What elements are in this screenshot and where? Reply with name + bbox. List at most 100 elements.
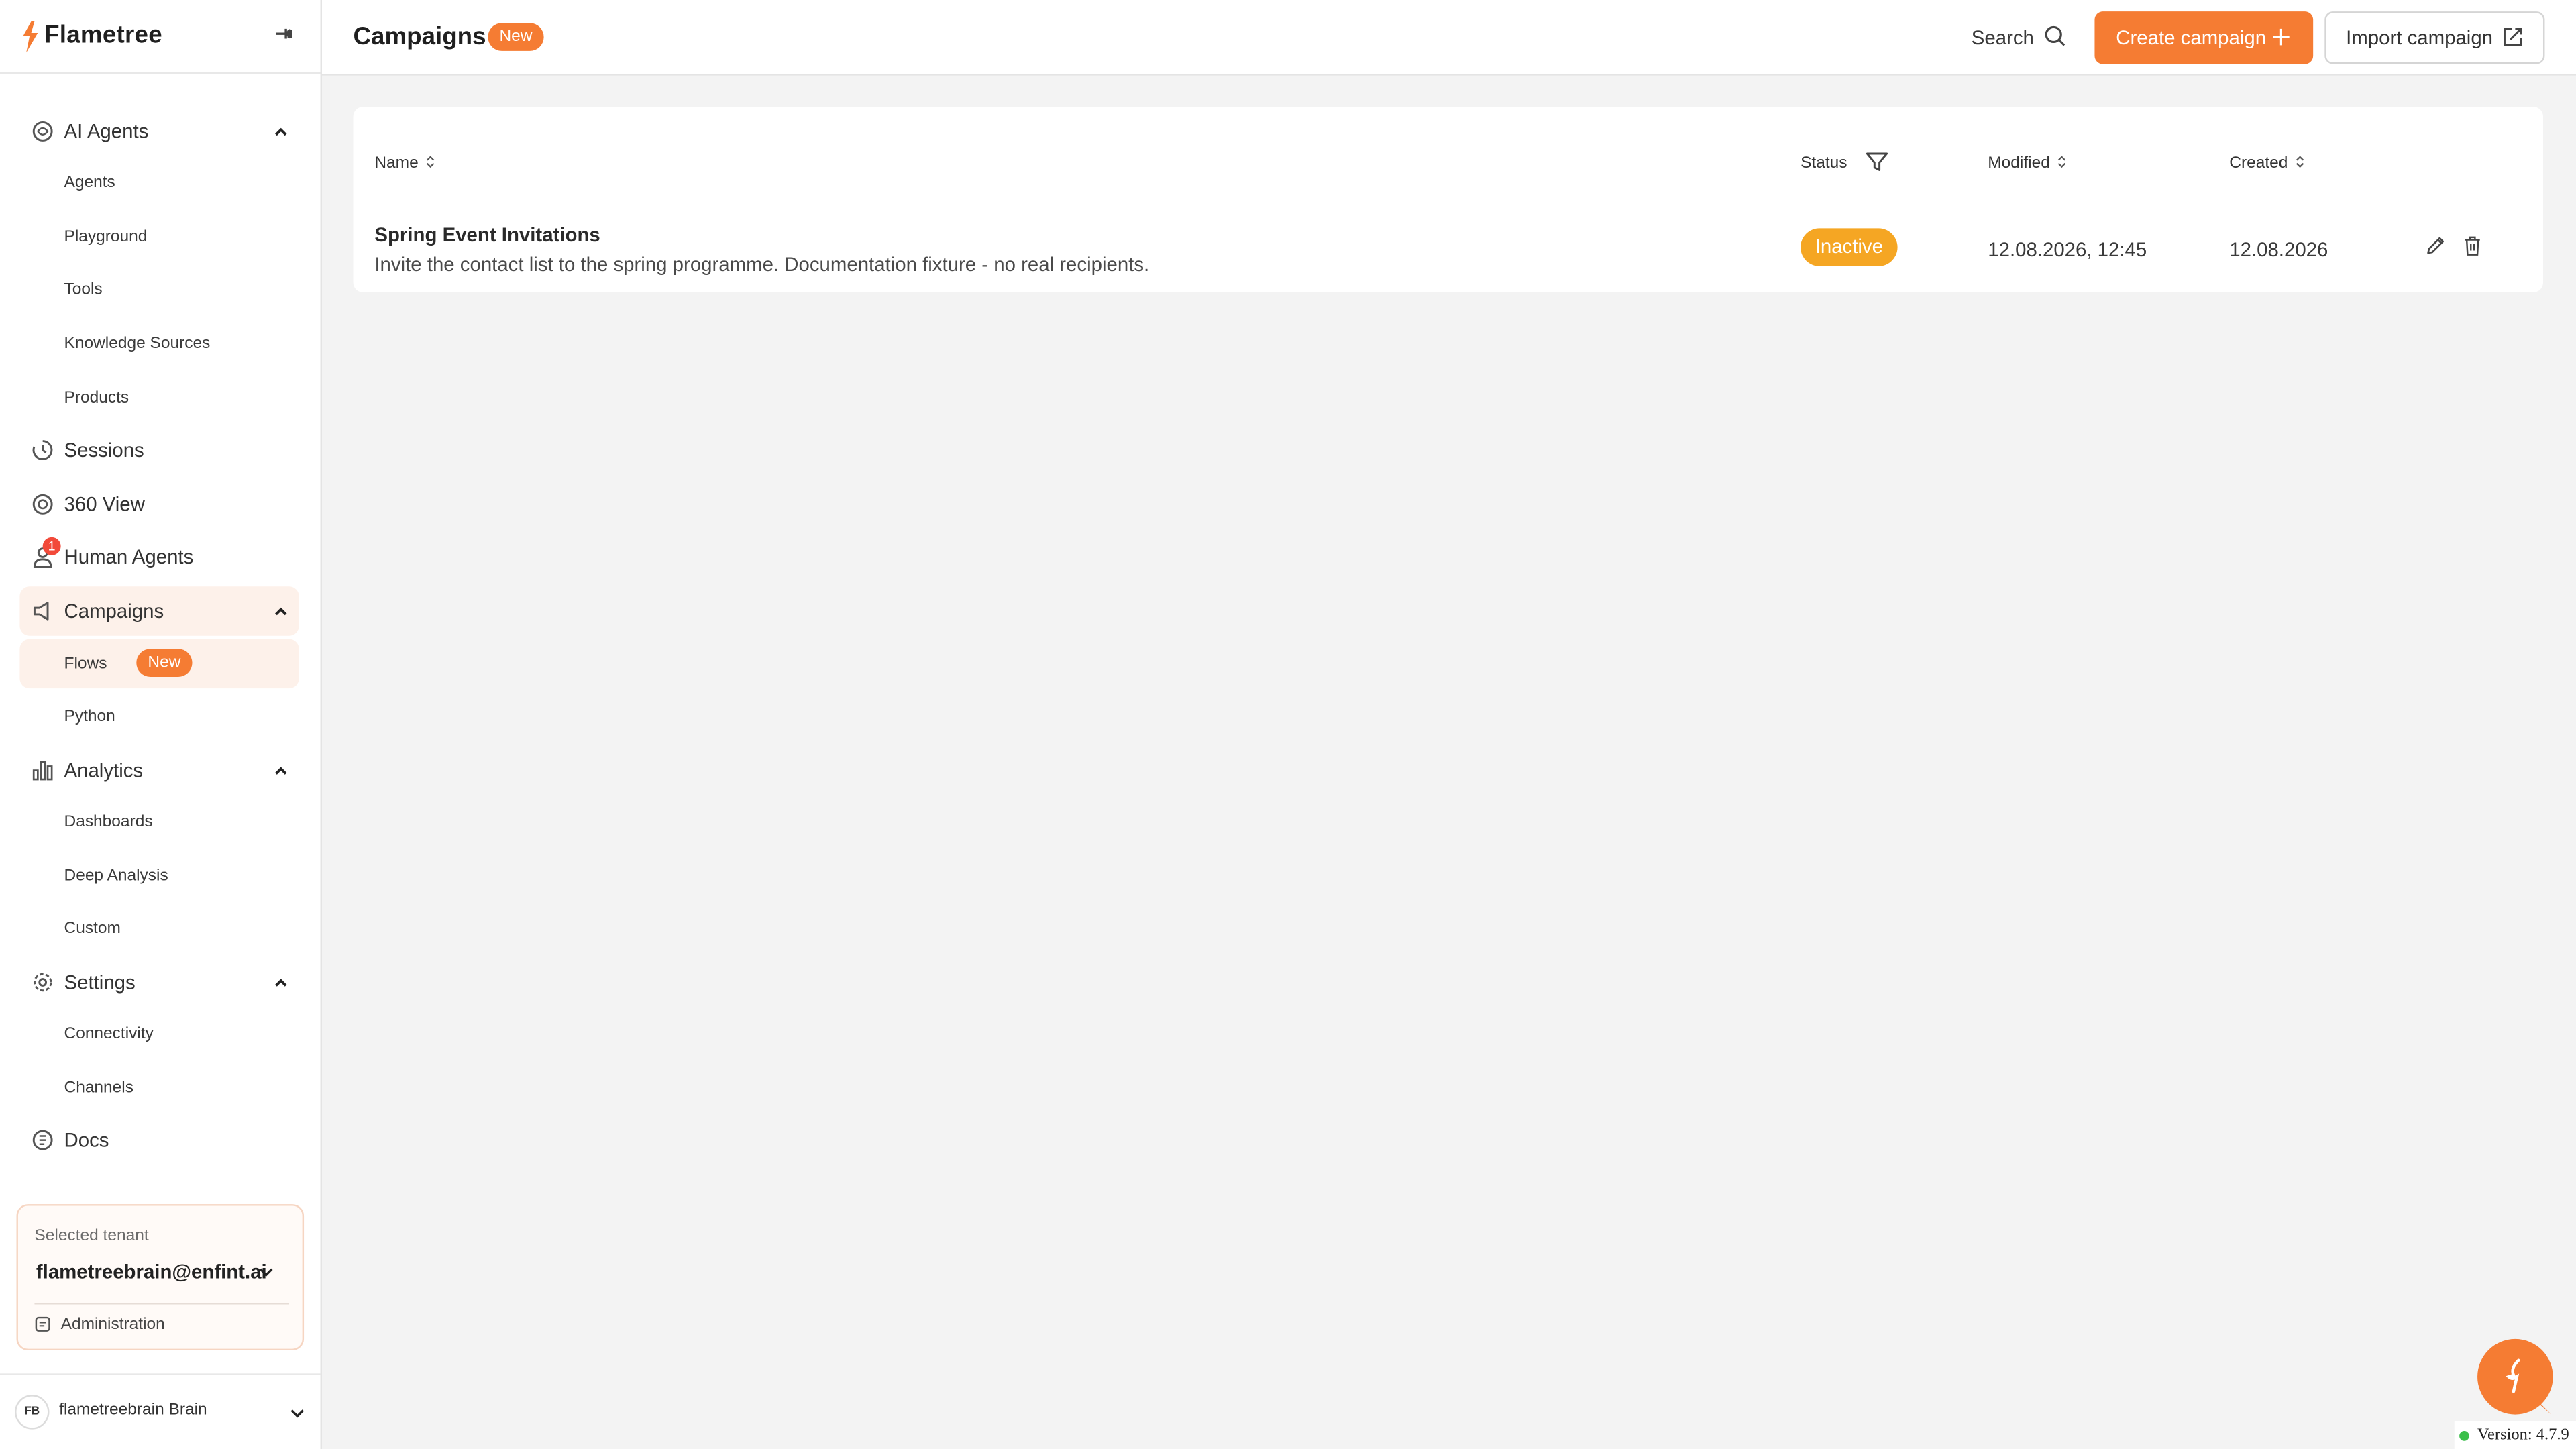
page-title: Campaigns xyxy=(353,23,486,51)
chevron-up-icon[interactable] xyxy=(273,603,289,619)
import-campaign-button[interactable]: Import campaign xyxy=(2324,11,2545,64)
sidebar-item-label: Sessions xyxy=(64,438,144,462)
sidebar-item-label: Analytics xyxy=(64,759,144,782)
sidebar-item-label: Deep Analysis xyxy=(64,866,168,885)
sort-icon[interactable] xyxy=(2057,154,2067,169)
column-header-label: Created xyxy=(2229,154,2288,173)
view-360-icon xyxy=(32,494,53,515)
column-header-label: Status xyxy=(1801,154,1847,173)
campaign-name[interactable]: Spring Event Invitations xyxy=(374,223,600,246)
sidebar-item-label: Dashboards xyxy=(64,812,153,830)
sidebar-item-channels[interactable]: Channels xyxy=(19,1063,299,1112)
plus-icon xyxy=(2273,28,2290,46)
brand-header: Flametree xyxy=(0,0,321,74)
import-campaign-label: Import campaign xyxy=(2346,26,2493,50)
column-header-label: Modified xyxy=(1988,154,2050,173)
created-date: 12.08.2026 xyxy=(2229,238,2328,262)
docs-icon xyxy=(32,1130,53,1150)
sidebar-item-agents[interactable]: Agents xyxy=(19,158,299,207)
sessions-icon xyxy=(32,440,53,460)
sidebar-item-knowledge-sources[interactable]: Knowledge Sources xyxy=(19,319,299,368)
sidebar-item-campaigns[interactable]: Campaigns xyxy=(19,586,299,636)
brand-name: Flametree xyxy=(44,21,162,50)
sidebar-item-settings[interactable]: Settings xyxy=(19,958,299,1007)
administration-link[interactable]: Administration xyxy=(61,1316,165,1334)
status-badge: Inactive xyxy=(1801,228,1898,266)
sidebar-item-label: 360 View xyxy=(64,492,145,516)
column-header-label: Name xyxy=(374,154,419,173)
flametree-logo-icon xyxy=(23,21,38,53)
sidebar-item-flows[interactable]: Flows New xyxy=(19,639,299,689)
status-dot-icon xyxy=(2459,1431,2469,1441)
edit-icon[interactable] xyxy=(2425,235,2447,256)
tenant-value[interactable]: flametreebrain@enfint.ai xyxy=(36,1260,267,1283)
sidebar-item-label: AI Agents xyxy=(64,119,149,144)
sidebar-item-playground[interactable]: Playground xyxy=(19,212,299,261)
sidebar-item-label: Agents xyxy=(64,173,115,192)
divider xyxy=(34,1303,290,1305)
trash-icon[interactable] xyxy=(2463,235,2482,256)
sidebar-item-tools[interactable]: Tools xyxy=(19,264,299,313)
pin-sidebar-icon[interactable] xyxy=(273,23,294,44)
sidebar-item-ai-agents[interactable]: AI Agents xyxy=(19,107,299,156)
sidebar-item-label: Products xyxy=(64,388,129,407)
analytics-icon xyxy=(32,761,53,781)
modified-date: 12.08.2026, 12:45 xyxy=(1988,238,2147,262)
campaigns-icon xyxy=(33,602,49,621)
tenant-selector[interactable]: Selected tenant flametreebrain@enfint.ai… xyxy=(16,1204,305,1351)
sidebar-item-label: Custom xyxy=(64,919,121,938)
create-campaign-label: Create campaign xyxy=(2116,26,2267,50)
avatar: FB xyxy=(15,1395,50,1430)
notification-badge: 1 xyxy=(42,537,61,555)
sidebar-item-label: Knowledge Sources xyxy=(64,334,211,353)
sidebar-item-sessions[interactable]: Sessions xyxy=(19,425,299,474)
sidebar-item-docs[interactable]: Docs xyxy=(19,1116,299,1165)
sidebar-item-dashboards[interactable]: Dashboards xyxy=(19,797,299,846)
sidebar-item-python[interactable]: Python xyxy=(19,692,299,741)
flametree-logo-icon xyxy=(2506,1358,2520,1393)
top-bar: Campaigns New Search Create campaign Imp… xyxy=(322,0,2576,76)
campaigns-table: Name Status Modified Created Spring Even… xyxy=(353,107,2544,292)
user-name: flametreebrain Brain xyxy=(59,1401,207,1419)
chevron-up-icon[interactable] xyxy=(273,974,289,990)
search-label[interactable]: Search xyxy=(1972,26,2034,49)
chevron-up-icon[interactable] xyxy=(273,762,289,778)
sidebar-item-label: Playground xyxy=(64,227,148,246)
assistant-chat-button[interactable] xyxy=(2477,1338,2553,1415)
sidebar-item-label: Connectivity xyxy=(64,1024,154,1042)
sidebar-item-label: Python xyxy=(64,707,115,726)
chevron-down-icon[interactable] xyxy=(289,1405,305,1421)
sidebar-item-human-agents[interactable]: Human Agents xyxy=(19,532,299,581)
user-menu[interactable]: FB flametreebrain Brain xyxy=(0,1373,321,1449)
filter-icon[interactable] xyxy=(1865,150,1890,174)
sidebar-item-connectivity[interactable]: Connectivity xyxy=(19,1009,299,1058)
sidebar-item-products[interactable]: Products xyxy=(19,373,299,422)
sort-icon[interactable] xyxy=(2294,154,2304,169)
new-badge: New xyxy=(488,23,544,51)
sidebar-item-custom[interactable]: Custom xyxy=(19,904,299,953)
sidebar: Flametree AI Agents Agents Playground To… xyxy=(0,0,323,1449)
sidebar-item-label: Campaigns xyxy=(64,599,164,623)
column-header-status: Status xyxy=(1801,154,1847,172)
sidebar-item-deep-analysis[interactable]: Deep Analysis xyxy=(19,851,299,900)
ai-agents-icon xyxy=(32,121,53,142)
chevron-up-icon[interactable] xyxy=(273,123,289,140)
sidebar-item-analytics[interactable]: Analytics xyxy=(19,746,299,795)
column-header-created[interactable]: Created xyxy=(2229,154,2304,172)
create-campaign-button[interactable]: Create campaign xyxy=(2094,11,2314,64)
tenant-label: Selected tenant xyxy=(34,1227,149,1246)
column-header-name[interactable]: Name xyxy=(374,154,435,172)
search-icon[interactable] xyxy=(2044,25,2067,48)
sort-icon[interactable] xyxy=(425,154,435,169)
column-header-modified[interactable]: Modified xyxy=(1988,154,2066,172)
campaign-description: Invite the contact list to the spring pr… xyxy=(374,253,1150,276)
sidebar-item-360-view[interactable]: 360 View xyxy=(19,480,299,529)
settings-icon xyxy=(33,973,52,992)
sidebar-item-label: Channels xyxy=(64,1078,134,1097)
chat-bubble-tail-icon xyxy=(2528,1395,2552,1415)
chevron-down-icon[interactable] xyxy=(258,1263,274,1279)
sidebar-item-label: Flows xyxy=(64,654,107,673)
administration-icon xyxy=(35,1316,50,1332)
version-text: Version: 4.7.9 xyxy=(2477,1426,2569,1444)
sidebar-item-label: Tools xyxy=(64,280,103,299)
